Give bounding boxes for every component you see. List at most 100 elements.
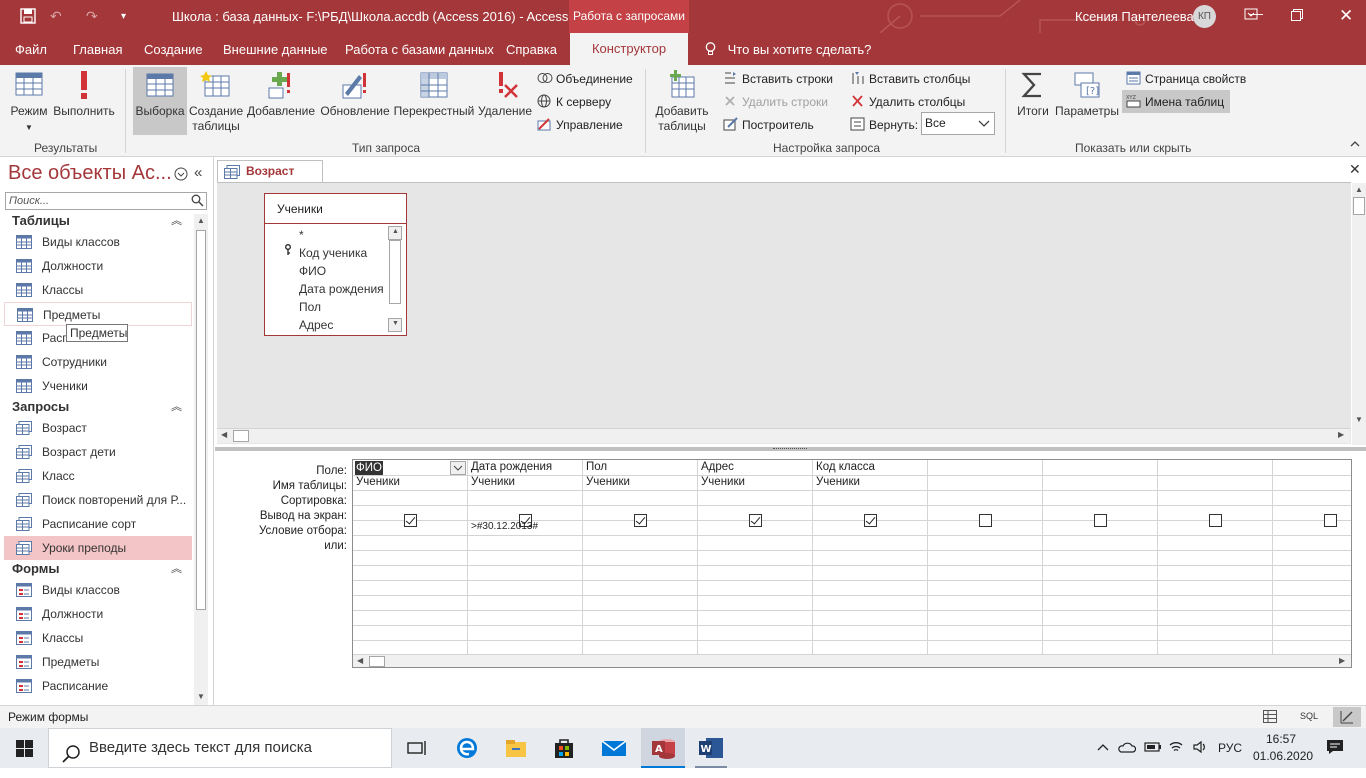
- word-app-icon[interactable]: W: [698, 736, 724, 760]
- delete-rows-button[interactable]: Удалить строки: [723, 94, 828, 109]
- totals-button[interactable]: Итоги: [1013, 69, 1053, 119]
- scroll-down-button[interactable]: ▼: [388, 318, 402, 332]
- file-explorer-icon[interactable]: [504, 736, 528, 760]
- restore-icon[interactable]: [1291, 8, 1303, 25]
- nav-item-form[interactable]: Предметы: [4, 650, 192, 674]
- insert-columns-button[interactable]: Вставить столбцы: [850, 71, 970, 86]
- collapse-ribbon-icon[interactable]: [1349, 139, 1361, 152]
- datasheet-view-icon[interactable]: [1263, 710, 1277, 726]
- scroll-right-icon[interactable]: ▶: [1339, 656, 1345, 665]
- nav-section-forms[interactable]: Формы ︽: [4, 559, 192, 579]
- undo-icon[interactable]: ↶: [50, 8, 62, 25]
- nav-section-queries[interactable]: Запросы ︽: [4, 397, 192, 417]
- battery-icon[interactable]: [1144, 741, 1162, 756]
- grid-hscroll-thumb[interactable]: [369, 656, 385, 667]
- tab-external-data[interactable]: Внешние данные: [223, 42, 328, 57]
- table-cell[interactable]: Ученики: [701, 476, 745, 488]
- union-query-button[interactable]: Объединение: [537, 71, 633, 86]
- field-list-item[interactable]: Адрес: [299, 318, 333, 332]
- minimize-glyph-icon[interactable]: —: [1249, 5, 1263, 21]
- make-table-button[interactable]: Создание таблицы: [189, 69, 243, 134]
- design-top-hscroll-thumb[interactable]: [233, 430, 249, 442]
- windows-start-icon[interactable]: [16, 740, 33, 760]
- field-list-window[interactable]: Ученики * Код ученика ФИО Дата рождения …: [264, 193, 407, 336]
- table-design-area[interactable]: Ученики * Код ученика ФИО Дата рождения …: [217, 182, 1366, 445]
- table-cell[interactable]: Ученики: [816, 476, 860, 488]
- tab-database-tools[interactable]: Работа с базами данных: [345, 42, 494, 57]
- tab-design[interactable]: Конструктор: [570, 33, 688, 65]
- run-button[interactable]: Выполнить: [52, 69, 116, 119]
- scroll-right-icon[interactable]: ▶: [1338, 430, 1344, 439]
- field-cell[interactable]: Код класса: [816, 461, 875, 473]
- tab-home[interactable]: Главная: [73, 42, 122, 57]
- field-list-scrollbar[interactable]: ▲ ▼: [388, 226, 402, 332]
- nav-item-query[interactable]: Поиск повторений для Р...: [4, 488, 192, 512]
- view-mode-button[interactable]: Режим ▼: [8, 69, 50, 135]
- nav-item-table[interactable]: Виды классов: [4, 230, 192, 254]
- field-list-scroll-thumb[interactable]: [389, 240, 401, 304]
- field-cell[interactable]: Пол: [586, 461, 607, 473]
- nav-item-table[interactable]: Должности: [4, 254, 192, 278]
- tab-file[interactable]: Файл: [15, 42, 47, 57]
- show-checkbox[interactable]: [634, 514, 647, 527]
- notifications-icon[interactable]: [1326, 739, 1344, 758]
- design-top-vscroll-thumb[interactable]: [1353, 197, 1365, 215]
- mail-icon[interactable]: [601, 736, 627, 760]
- grid-hscroll[interactable]: ◀ ▶: [353, 654, 1351, 667]
- nav-item-query[interactable]: Уроки преподы: [4, 536, 192, 560]
- onedrive-icon[interactable]: [1118, 741, 1137, 756]
- field-dropdown-button[interactable]: [450, 461, 466, 475]
- show-checkbox[interactable]: [749, 514, 762, 527]
- field-list-item[interactable]: Код ученика: [299, 246, 367, 260]
- design-view-button[interactable]: [1333, 707, 1361, 727]
- nav-item-form[interactable]: Классы: [4, 626, 192, 650]
- design-top-hscroll[interactable]: ◀ ▶: [217, 428, 1350, 443]
- nav-item-table[interactable]: Сотрудники: [4, 350, 192, 374]
- update-query-button[interactable]: Обновление: [318, 69, 392, 119]
- sql-view-button[interactable]: SQL: [1300, 711, 1318, 721]
- wifi-icon[interactable]: [1168, 739, 1184, 756]
- scroll-down-icon[interactable]: ▼: [1355, 415, 1363, 424]
- field-list-item[interactable]: Пол: [299, 300, 321, 314]
- field-list-title[interactable]: Ученики: [265, 194, 406, 224]
- splitter-grip[interactable]: [773, 448, 807, 450]
- clock-time[interactable]: 16:57: [1266, 732, 1296, 746]
- volume-icon[interactable]: [1192, 740, 1208, 757]
- table-cell[interactable]: Ученики: [586, 476, 630, 488]
- nav-item-query[interactable]: Класс: [4, 464, 192, 488]
- edge-browser-icon[interactable]: [455, 736, 479, 760]
- search-icon[interactable]: [191, 194, 204, 212]
- save-icon[interactable]: [20, 8, 36, 27]
- nav-search-input[interactable]: Поиск...: [5, 192, 207, 210]
- pass-through-query-button[interactable]: К серверу: [537, 94, 611, 109]
- criteria-cell[interactable]: >#30.12.2013#: [471, 521, 538, 532]
- select-query-button[interactable]: Выборка: [133, 67, 187, 135]
- nav-item-form[interactable]: Должности: [4, 602, 192, 626]
- nav-item-table[interactable]: Классы: [4, 278, 192, 302]
- show-checkbox[interactable]: [1209, 514, 1222, 527]
- scroll-left-icon[interactable]: ◀: [357, 656, 363, 665]
- show-checkbox[interactable]: [864, 514, 877, 527]
- store-icon[interactable]: [552, 736, 576, 760]
- nav-item-query[interactable]: Расписание сорт: [4, 512, 192, 536]
- design-top-vscroll[interactable]: ▲ ▼: [1352, 183, 1366, 445]
- nav-item-form[interactable]: Виды классов: [4, 578, 192, 602]
- clock-date[interactable]: 01.06.2020: [1253, 749, 1313, 763]
- table-names-button[interactable]: XYZ Имена таблиц: [1122, 90, 1230, 113]
- data-definition-query-button[interactable]: Управление: [537, 117, 623, 132]
- parameters-button[interactable]: [?] Параметры: [1054, 69, 1120, 119]
- field-list-item[interactable]: ФИО: [299, 264, 326, 278]
- document-tab[interactable]: Возраст дети: [217, 160, 323, 199]
- input-language[interactable]: РУС: [1218, 741, 1242, 755]
- nav-item-form[interactable]: Расписание: [4, 674, 192, 698]
- scroll-down-icon[interactable]: ▼: [197, 692, 205, 701]
- field-cell[interactable]: Адрес: [701, 461, 734, 473]
- append-query-button[interactable]: Добавление: [245, 69, 317, 119]
- delete-columns-button[interactable]: Удалить столбцы: [850, 94, 965, 109]
- insert-rows-button[interactable]: Вставить строки: [723, 71, 833, 86]
- nav-pane-title[interactable]: Все объекты Ac...: [8, 162, 172, 185]
- nav-scrollbar-thumb[interactable]: [196, 230, 206, 610]
- show-checkbox[interactable]: [1324, 514, 1337, 527]
- query-design-grid[interactable]: ФИО Ученики Дата рождения Ученики >#30.1…: [352, 459, 1352, 668]
- taskbar-access-active[interactable]: A: [641, 728, 685, 768]
